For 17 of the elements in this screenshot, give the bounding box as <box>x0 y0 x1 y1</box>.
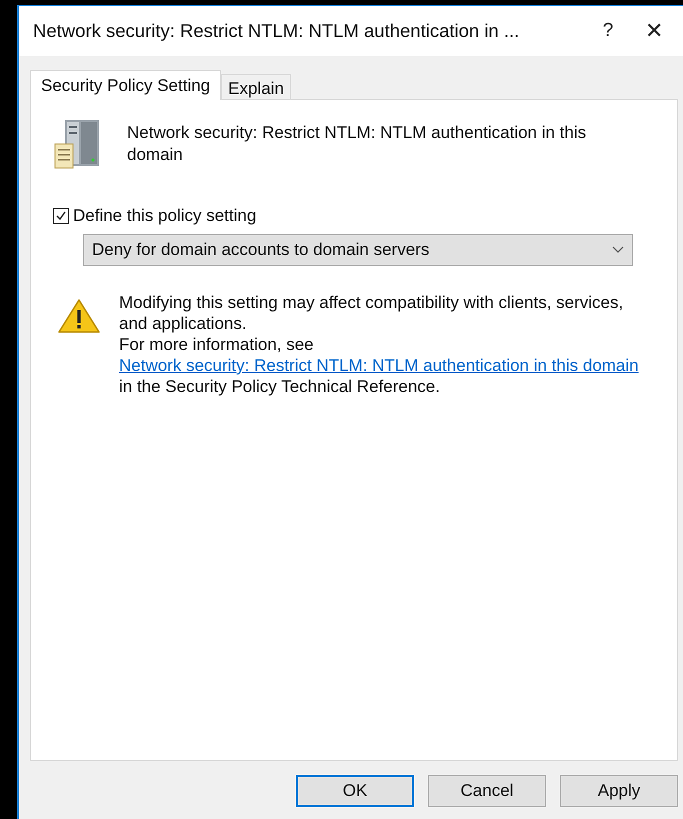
checkbox-label[interactable]: Define this policy setting <box>73 206 256 226</box>
window-title: Network security: Restrict NTLM: NTLM authentication in ... <box>33 20 520 42</box>
ok-button[interactable]: OK <box>296 775 414 807</box>
reference-link[interactable]: Network security: Restrict NTLM: NTLM authentication in this domain <box>119 356 639 375</box>
policy-dropdown[interactable]: Deny for domain accounts to domain servers <box>83 234 633 266</box>
tab[interactable]: Explain <box>221 74 291 100</box>
warning-icon <box>57 298 101 334</box>
chevron-down-icon <box>612 246 624 254</box>
cancel-button[interactable]: Cancel <box>428 775 546 807</box>
policy-name: Network security: Restrict NTLM: NTLM authentication in this domain <box>127 122 588 166</box>
checkmark-icon <box>55 210 67 222</box>
apply-button[interactable]: Apply <box>560 775 678 807</box>
help-button[interactable]: ? <box>585 20 631 42</box>
checkbox[interactable] <box>53 208 69 224</box>
close-button[interactable]: ✕ <box>631 18 677 44</box>
tab[interactable]: Security Policy Setting <box>30 70 222 100</box>
warning-text: Modifying this setting may affect compatibility with clients, services, and applications. <box>119 292 624 334</box>
